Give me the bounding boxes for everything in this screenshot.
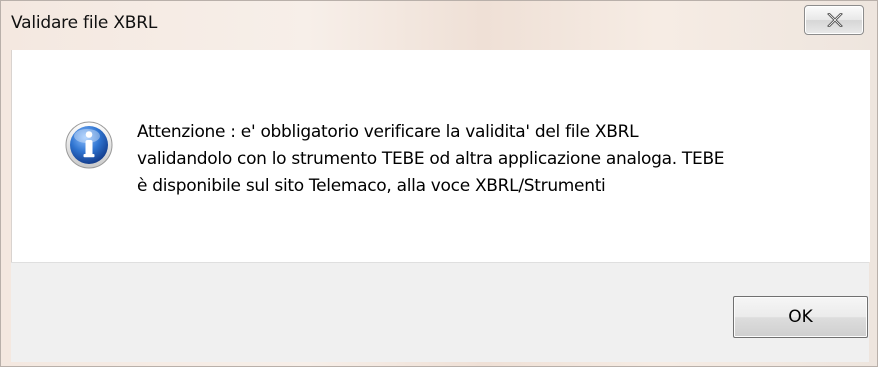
button-bar: OK: [11, 262, 869, 362]
message-area: Attenzione : e' obbligatorio verificare …: [11, 50, 870, 262]
message-text: Attenzione : e' obbligatorio verificare …: [137, 119, 837, 200]
message-line-2: validandolo con lo strumento TEBE od alt…: [137, 149, 725, 169]
close-icon: [827, 13, 843, 27]
message-dialog: Validare file XBRL Attenzione: e' obbli…: [0, 0, 878, 367]
information-icon: [65, 121, 113, 169]
message-line-3: è disponibile sul sito Telemaco, alla vo…: [137, 176, 606, 196]
title-bar[interactable]: Validare file XBRL: [1, 1, 877, 49]
dialog-title: Validare file XBRL: [11, 13, 158, 33]
close-button[interactable]: [804, 5, 864, 35]
message-line-1: Attenzione : e' obbligatorio verificare …: [137, 122, 639, 142]
ok-button[interactable]: OK: [733, 296, 868, 338]
